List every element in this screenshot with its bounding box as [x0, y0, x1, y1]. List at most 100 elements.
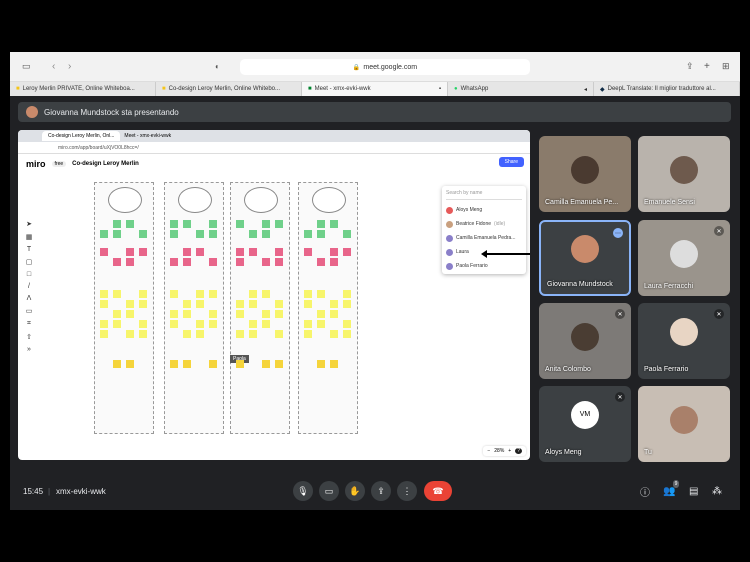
- sticky-note: [236, 258, 244, 266]
- participants-icon[interactable]: 👥 9: [663, 479, 680, 497]
- present-button[interactable]: ⇪: [371, 481, 391, 501]
- address-bar[interactable]: 🔒 meet.google.com: [240, 59, 530, 75]
- participant-avatar: VM: [571, 400, 599, 429]
- leave-call-button[interactable]: ☎: [424, 481, 452, 501]
- shared-screen: Co-design Leroy Merlin, Onl... Meet - xm…: [18, 130, 530, 460]
- column-header-circle: [244, 187, 278, 213]
- sticky-note: [304, 300, 312, 308]
- sticky-note: [262, 220, 270, 228]
- tab-label: Co-design Leroy Merlin, Online Whitebo..…: [168, 86, 281, 92]
- raise-hand-button[interactable]: ✋: [345, 481, 365, 501]
- sticky-note: [209, 290, 217, 298]
- more-options-icon[interactable]: ⋯: [613, 228, 623, 238]
- microphone-button[interactable]: 🎙: [293, 481, 313, 501]
- participant-name: Emanuele Sensi: [644, 199, 695, 206]
- tab-whatsapp[interactable]: ● WhatsApp ◂: [448, 82, 594, 96]
- sticky-note: [196, 320, 204, 328]
- participant-name: Giovanna Mundstock: [547, 281, 613, 288]
- privacy-shield-icon[interactable]: ◐: [215, 62, 220, 71]
- board-title: Co-design Leroy Merlin: [72, 161, 139, 167]
- sticky-note: [113, 230, 121, 238]
- sticky-note: [304, 230, 312, 238]
- participant-tile[interactable]: ✕ Laura Ferracchi: [638, 220, 730, 296]
- sticky-note: [249, 330, 257, 338]
- sticky-note: [262, 290, 270, 298]
- tab-leroy-private[interactable]: ■ Leroy Merlin PRIVATE, Online Whiteboa..…: [10, 82, 156, 96]
- avatar: [446, 262, 453, 270]
- sticky-note: [236, 248, 244, 256]
- info-icon[interactable]: ⓘ: [640, 484, 650, 499]
- tab-label: Meet - xmx-evki-wwk: [314, 86, 371, 92]
- tab-overview-icon[interactable]: ⊞: [722, 61, 730, 72]
- more-vert-icon: ⋮: [402, 485, 412, 496]
- sticky-note: [343, 248, 351, 256]
- presenting-banner: Giovanna Mundstock sta presentando: [18, 102, 731, 122]
- sticky-note: [275, 310, 283, 318]
- shared-address-bar: miro.com/app/board/uXjVO0L8hcc=/: [18, 142, 530, 154]
- sticky-note: [249, 248, 257, 256]
- camera-button[interactable]: ▭: [319, 481, 339, 501]
- sticky-note: [126, 300, 134, 308]
- sticky-note: [262, 320, 270, 328]
- collaborator-item: Beatrice Fidone (idle): [446, 217, 522, 231]
- collaborators-dropdown: Search by name Aloys Meng Beatrice Fidon…: [442, 186, 526, 274]
- sticky-note: [183, 330, 191, 338]
- camera-icon: ▪: [438, 86, 441, 92]
- frame-icon: ▦: [25, 234, 33, 241]
- share-icon[interactable]: ⇪: [686, 61, 694, 72]
- sticky-note: [317, 258, 325, 266]
- sticky-note: [330, 258, 338, 266]
- activities-icon[interactable]: ⁂: [712, 486, 722, 497]
- sticky-note: [139, 290, 147, 298]
- sticky-note: [183, 258, 191, 266]
- chat-icon[interactable]: ▤: [689, 486, 698, 497]
- sticky-note: [317, 230, 325, 238]
- sticky-note: [343, 330, 351, 338]
- participant-tile[interactable]: Camilla Emanuela Pe...: [539, 136, 631, 212]
- forward-icon[interactable]: ›: [68, 61, 71, 72]
- more-options-button[interactable]: ⋮: [397, 481, 417, 501]
- participant-tile[interactable]: Emanuele Sensi: [638, 136, 730, 212]
- sticky-note: [183, 220, 191, 228]
- sticky-note: [196, 248, 204, 256]
- participant-name: Laura Ferracchi: [644, 283, 694, 290]
- sticky-note: [275, 300, 283, 308]
- lock-icon: 🔒: [352, 64, 361, 71]
- address-text: meet.google.com: [363, 63, 418, 71]
- new-tab-icon[interactable]: +: [704, 61, 710, 72]
- column-header-circle: [312, 187, 346, 213]
- participant-tile[interactable]: ⋯ Giovanna Mundstock: [539, 220, 631, 296]
- participant-name: Aloys Meng: [545, 449, 582, 456]
- sticky-note: [170, 258, 178, 266]
- participant-count-badge: 9: [672, 479, 680, 488]
- sticky-note: [139, 300, 147, 308]
- tab-label: WhatsApp: [460, 86, 489, 92]
- participant-tile[interactable]: VM ✕ Aloys Meng: [539, 386, 631, 462]
- sticky-note: [170, 310, 178, 318]
- participant-tile[interactable]: ✕ Anita Colombo: [539, 303, 631, 379]
- tab-deepl[interactable]: ◆ DeepL Translate: Il miglior traduttore …: [594, 82, 740, 96]
- sticky-note: [275, 360, 283, 368]
- sticky-note: [343, 320, 351, 328]
- shared-browser-tabs: Co-design Leroy Merlin, Onl... Meet - xm…: [18, 130, 530, 142]
- sticky-note: [100, 320, 108, 328]
- sticky-note: [183, 360, 191, 368]
- sticky-note: [196, 330, 204, 338]
- zoom-controls: − 28% + ?: [483, 446, 526, 456]
- collaborator-name: Paola Ferrario: [456, 263, 488, 269]
- participant-tile[interactable]: ✕ Paola Ferrario: [638, 303, 730, 379]
- sticky-note: [304, 330, 312, 338]
- sticky-note: [209, 310, 217, 318]
- avatar: [446, 220, 453, 228]
- sidebar-icon[interactable]: ▭: [22, 61, 31, 72]
- tab-co-design[interactable]: ■ Co-design Leroy Merlin, Online Whitebo.…: [156, 82, 302, 96]
- back-icon[interactable]: ‹: [52, 61, 55, 72]
- sticky-note: [262, 258, 270, 266]
- sticky-note: [126, 360, 134, 368]
- participant-tile[interactable]: Tu: [638, 386, 730, 462]
- sticky-note: [113, 320, 121, 328]
- sticky-note: [113, 220, 121, 228]
- tab-meet[interactable]: ■ Meet - xmx-evki-wwk ▪: [302, 82, 448, 96]
- sticky-note: [170, 320, 178, 328]
- tab-label: DeepL Translate: Il miglior traduttore a…: [607, 86, 716, 92]
